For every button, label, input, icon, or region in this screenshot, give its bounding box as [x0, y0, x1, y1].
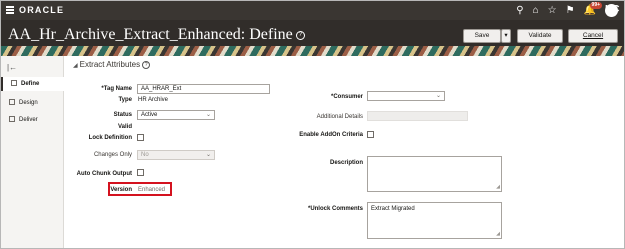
header-pattern	[1, 46, 624, 56]
lock-definition-label: Lock Definition	[88, 135, 132, 141]
oracle-logo[interactable]: ORACLE	[19, 5, 64, 15]
changes-only-label: Changes Only	[93, 152, 132, 158]
nav-item-deliver[interactable]: Deliver	[1, 113, 64, 127]
collapse-panel-icon[interactable]: |←	[7, 63, 17, 72]
type-value: HR Archive	[138, 97, 169, 103]
global-header: ORACLE ⚲ ⌂ ☆ ⚑ 🔔 99+ HC	[1, 1, 624, 20]
global-icons: ⚲ ⌂ ☆ ⚑ 🔔 99+ HC	[516, 1, 619, 17]
home-icon[interactable]: ⌂	[533, 5, 539, 17]
section-title: Extract Attributes	[79, 60, 141, 69]
nav-item-label: Define	[21, 81, 40, 87]
unlock-comments-label: *Unlock Comments	[307, 206, 363, 212]
nav-item-label: Design	[19, 100, 38, 106]
enable-addon-criteria-checkbox[interactable]	[367, 131, 374, 138]
status-label: Status	[113, 112, 132, 118]
description-textarea[interactable]: ◢	[367, 156, 502, 192]
tag-name-input[interactable]: AA_HRAR_Ext	[137, 84, 270, 94]
description-label: Description	[329, 160, 363, 166]
section-header[interactable]: ◢ Extract Attributes?	[73, 60, 151, 69]
unlock-comments-value: Extract Migrated	[371, 206, 415, 212]
page-title-text: AA_Hr_Archive_Extract_Enhanced: Define	[8, 26, 293, 43]
left-navigation-panel: |← Define Design Deliver	[1, 56, 64, 248]
status-select[interactable]: Active ⌄	[137, 110, 215, 120]
tag-name-label: *Tag Name	[101, 86, 132, 92]
lock-definition-checkbox[interactable]	[137, 134, 144, 141]
nav-item-label: Deliver	[19, 117, 38, 123]
auto-chunk-output-checkbox[interactable]	[137, 169, 144, 176]
changes-only-value: No	[141, 152, 149, 158]
changes-only-select: No ⌄	[137, 150, 215, 160]
valid-label: Valid	[117, 124, 132, 130]
design-icon	[9, 99, 15, 106]
chevron-down-icon: ⌄	[205, 112, 211, 118]
auto-chunk-output-label: Auto Chunk Output	[76, 171, 132, 177]
validate-button[interactable]: Validate	[517, 29, 563, 43]
consumer-label: *Consumer	[330, 94, 363, 100]
save-menu-button[interactable]: ▾	[501, 29, 511, 43]
status-value: Active	[141, 112, 158, 118]
define-icon	[11, 80, 17, 87]
favorites-icon[interactable]: ☆	[548, 5, 557, 17]
help-icon[interactable]: ?	[142, 60, 151, 69]
flag-icon[interactable]: ⚑	[566, 5, 575, 17]
nav-item-design[interactable]: Design	[1, 96, 64, 110]
consumer-select[interactable]: ⌄	[367, 91, 445, 101]
resize-handle-icon[interactable]: ◢	[496, 231, 500, 237]
notification-badge: 99+	[589, 1, 603, 9]
menu-icon[interactable]	[6, 6, 14, 14]
cancel-button[interactable]: Cancel	[568, 29, 618, 43]
chevron-down-icon: ⌄	[435, 93, 441, 99]
nav-item-define[interactable]: Define	[1, 77, 64, 91]
cancel-button-label: Cancel	[582, 32, 604, 39]
search-icon[interactable]: ⚲	[516, 5, 523, 17]
help-icon[interactable]: ?	[295, 30, 305, 40]
resize-handle-icon[interactable]: ◢	[496, 184, 500, 190]
enable-addon-criteria-label: Enable AddOn Criteria	[299, 132, 363, 138]
unlock-comments-textarea[interactable]: Extract Migrated ◢	[367, 202, 502, 239]
additional-details-field	[367, 111, 468, 121]
type-label: Type	[118, 97, 132, 103]
save-button[interactable]: Save	[463, 29, 501, 43]
collapse-triangle-icon[interactable]: ◢	[73, 63, 78, 69]
page-title: AA_Hr_Archive_Extract_Enhanced: Define?	[8, 26, 305, 44]
notifications-icon[interactable]: 🔔 99+	[584, 1, 603, 17]
version-highlight-box	[108, 182, 172, 196]
user-avatar[interactable]: HC	[605, 4, 619, 17]
additional-details-label: Additional Details	[316, 114, 363, 120]
chevron-down-icon: ⌄	[205, 152, 211, 158]
deliver-icon	[9, 116, 15, 123]
